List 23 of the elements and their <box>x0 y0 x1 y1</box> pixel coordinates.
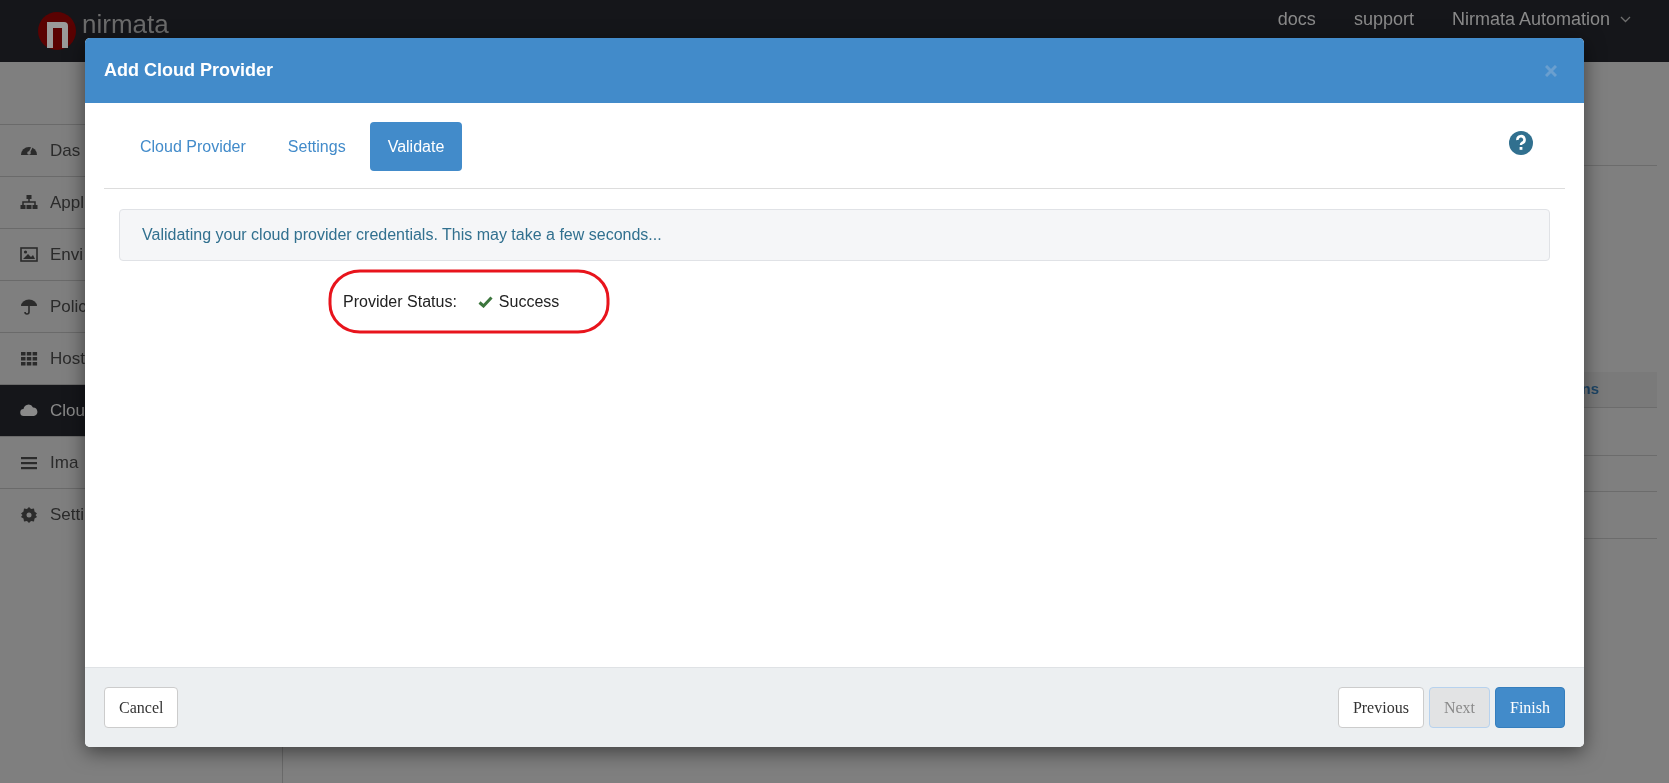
nav-link[interactable]: docs <box>1277 5 1316 33</box>
umbrella-icon <box>20 297 38 316</box>
status-value: Success <box>498 292 560 312</box>
tab[interactable]: Cloud Provider <box>122 122 264 171</box>
footer-button[interactable]: Previous <box>1337 687 1424 728</box>
grid-icon <box>20 349 38 368</box>
finish-button[interactable]: Finish <box>1495 687 1565 728</box>
nav-link[interactable]: support <box>1353 5 1414 33</box>
help-icon[interactable] <box>1509 130 1533 155</box>
logo-text: nirmata <box>82 7 169 41</box>
settings-icon <box>20 505 38 524</box>
user-menu[interactable]: Nirmata Automation <box>1451 5 1610 33</box>
sitemap-icon <box>20 193 38 212</box>
tab[interactable]: Validate <box>369 122 463 171</box>
logo-icon <box>38 12 76 50</box>
status-label: Provider Status: <box>343 292 457 312</box>
info-message: Validating your cloud provider credentials. This may take a few seconds... <box>119 209 1550 261</box>
chevron-down-icon[interactable] <box>1620 15 1631 23</box>
tab[interactable]: Settings <box>269 122 364 171</box>
image-icon <box>20 245 38 264</box>
check-icon <box>477 296 493 308</box>
dialog-title: Add Cloud Provider <box>104 59 273 82</box>
footer-button[interactable]: Cancel <box>104 687 179 728</box>
